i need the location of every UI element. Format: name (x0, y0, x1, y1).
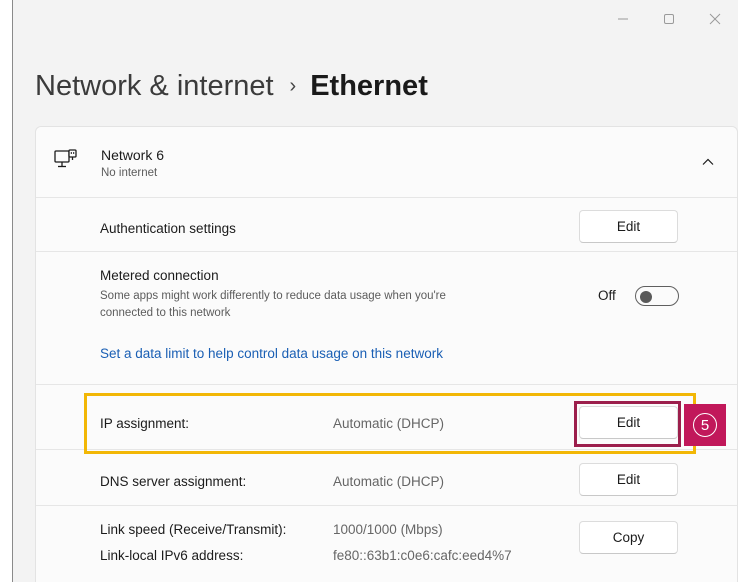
authentication-edit-button[interactable]: Edit (579, 210, 678, 243)
copy-button[interactable]: Copy (579, 521, 678, 554)
metered-toggle-state: Off (598, 288, 616, 303)
divider (36, 251, 737, 252)
divider (36, 384, 737, 385)
chevron-up-icon[interactable] (701, 155, 715, 174)
settings-window: Network & internet › Ethernet Network 6 … (12, 0, 738, 582)
step-number: 5 (693, 413, 717, 437)
ethernet-icon (54, 149, 78, 176)
network-status: No internet (101, 167, 158, 179)
breadcrumb-parent[interactable]: Network & internet (35, 66, 274, 106)
toggle-knob (640, 291, 652, 303)
ip-assignment-label: IP assignment: (100, 416, 190, 431)
link-speed-value: 1000/1000 (Mbps) (333, 522, 443, 537)
dns-assignment-label: DNS server assignment: (100, 474, 247, 489)
metered-connection-toggle[interactable] (635, 286, 679, 306)
ip-assignment-value: Automatic (DHCP) (333, 416, 445, 431)
close-icon[interactable] (692, 6, 738, 32)
breadcrumb-separator: › (289, 75, 297, 97)
data-limit-link[interactable]: Set a data limit to help control data us… (100, 346, 443, 361)
metered-connection-label: Metered connection (100, 268, 219, 283)
network-name: Network 6 (101, 147, 165, 163)
window-controls (600, 6, 738, 32)
page-title: Ethernet (310, 70, 428, 102)
breadcrumb: Network & internet › Ethernet (35, 66, 428, 106)
dns-assignment-value: Automatic (DHCP) (333, 474, 445, 489)
minimize-icon[interactable] (600, 6, 646, 32)
dns-assignment-edit-button[interactable]: Edit (579, 463, 678, 496)
metered-connection-description: Some apps might work differently to redu… (100, 290, 446, 319)
maximize-icon[interactable] (646, 6, 692, 32)
divider (36, 449, 737, 450)
link-speed-label: Link speed (Receive/Transmit): (100, 522, 287, 537)
ip-assignment-edit-button[interactable]: Edit (579, 406, 678, 439)
ipv6-address-value: fe80::63b1:c0e6:cafc:eed4%7 (333, 548, 512, 563)
divider (36, 505, 737, 506)
ipv6-address-label: Link-local IPv6 address: (100, 548, 244, 563)
ethernet-settings-panel: Network 6 No internet Authentication set… (35, 126, 738, 582)
network-header-row[interactable]: Network 6 No internet (36, 127, 737, 198)
step-badge: 5 (684, 404, 726, 446)
authentication-settings-label: Authentication settings (100, 221, 236, 236)
